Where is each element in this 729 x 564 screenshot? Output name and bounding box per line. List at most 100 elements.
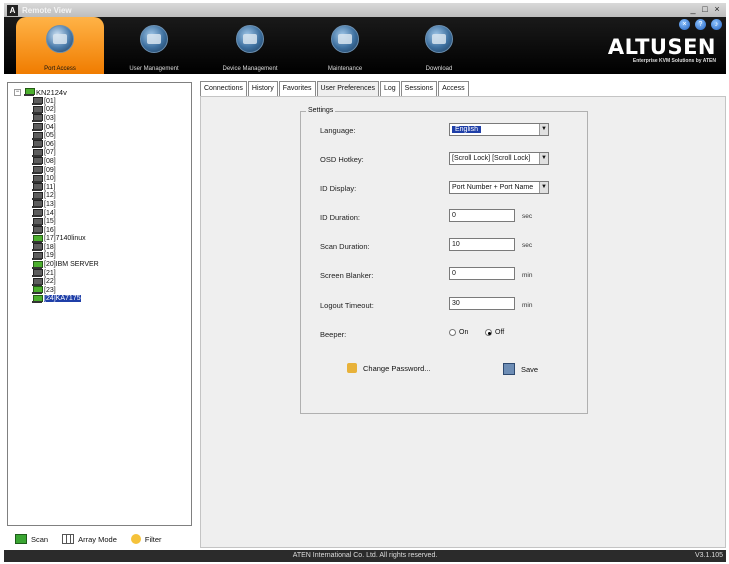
computer-offline-icon [32,243,43,252]
logout-timeout-input[interactable]: 30 [449,297,515,310]
id-duration-input[interactable]: 0 [449,209,515,222]
id-display-value: Port Number + Port Name [452,184,534,191]
tree-port-item[interactable]: [19] [32,251,191,261]
scan-duration-input[interactable]: 10 [449,238,515,251]
tree-port-item[interactable]: [24]KA7175 [32,294,191,304]
tree-port-item[interactable]: [16] [32,226,191,235]
tree-port-label: [05] [44,132,56,140]
tab-log[interactable]: Log [379,81,400,96]
restore-icon[interactable]: □ [700,4,710,15]
array-mode-button[interactable]: Array Mode [62,534,117,544]
nav-tab-device-management[interactable]: Device Management [206,17,294,74]
tree-port-item[interactable]: [08] [32,157,191,166]
id-display-select[interactable]: Port Number + Port Name ▼ [449,181,549,194]
tree-port-label: [20]IBM SERVER [44,261,99,269]
tab-strip: Connections History Favorites User Prefe… [200,81,470,96]
tree-port-label: [08] [44,157,56,165]
minimize-icon[interactable]: _ [688,4,698,15]
tree-port-item[interactable]: [10] [32,174,191,183]
version-text: V3.1.105 [694,552,723,559]
switch-icon [24,88,35,96]
maintenance-icon [331,25,359,53]
radio-on-dot[interactable] [449,329,456,336]
tree-port-label: [11] [44,183,56,191]
chevron-down-icon[interactable]: ▼ [539,153,548,164]
tree-root[interactable]: − KN2124v [14,87,191,97]
tree-port-item[interactable]: [21] [32,269,191,278]
chevron-down-icon[interactable]: ▼ [539,182,548,193]
key-icon [347,363,357,373]
tree-port-item[interactable]: [04] [32,123,191,132]
computer-online-icon [32,294,43,303]
tree-port-item[interactable]: [01] [32,97,191,106]
language-value: English [452,126,481,133]
tree-port-item[interactable]: [20]IBM SERVER [32,260,191,269]
tree-port-item[interactable]: [06] [32,140,191,149]
id-duration-unit: sec [522,213,533,220]
tree-port-item[interactable]: [22] [32,277,191,286]
close-circle-icon[interactable]: × [679,19,690,30]
tree-port-item[interactable]: [05] [32,131,191,140]
tree-port-item[interactable]: [02] [32,105,191,115]
nav-tab-user-management[interactable]: User Management [110,17,198,74]
computer-offline-icon [32,105,43,114]
close-icon[interactable]: × [712,4,722,15]
computer-offline-icon [32,251,43,260]
filter-button[interactable]: Filter [130,534,162,544]
screen-blanker-input[interactable]: 0 [449,267,515,280]
tab-sessions[interactable]: Sessions [400,81,438,96]
language-label: Language: [320,126,356,135]
nav-tab-maintenance[interactable]: Maintenance [301,17,389,74]
beeper-off-radio[interactable]: Off [485,329,504,336]
scan-duration-label: Scan Duration: [320,242,370,251]
id-display-label: ID Display: [320,184,357,193]
scan-label: Scan [31,534,49,544]
computer-offline-icon [32,166,43,175]
tree-port-label: [16] [44,226,56,234]
osd-hotkey-select[interactable]: [Scroll Lock] [Scroll Lock] ▼ [449,152,549,165]
computer-online-icon [32,286,43,295]
tree-port-label: [13] [44,200,56,208]
tree-port-item[interactable]: [17]7140linux [32,234,191,244]
beeper-on-radio[interactable]: On [449,329,468,336]
info-icon[interactable]: ? [695,19,706,30]
tree-port-item[interactable]: [03] [32,114,191,123]
computer-offline-icon [32,217,43,226]
status-bar: ATEN International Co. Ltd. All rights r… [4,550,726,562]
device-management-icon [236,25,264,53]
tree-root-label: KN2124v [36,87,67,97]
tab-user-preferences[interactable]: User Preferences [316,81,379,96]
tree-port-item[interactable]: [14] [32,209,191,218]
language-select[interactable]: English ▼ [449,123,549,136]
nav-tab-label: User Management [129,66,179,72]
tree-port-label: [06] [44,140,56,148]
tree-port-item[interactable]: [09] [32,166,191,175]
chevron-down-icon[interactable]: ▼ [539,124,548,135]
tree-port-item[interactable]: [13] [32,200,191,209]
radio-off-dot[interactable] [485,329,492,336]
window-title: Remote View [22,5,72,15]
change-password-button[interactable]: Change Password... [347,363,431,373]
change-password-label: Change Password... [363,363,431,373]
sound-icon[interactable]: ♪ [711,19,722,30]
save-icon [503,363,515,375]
tab-access[interactable]: Access [438,81,469,96]
tab-favorites[interactable]: Favorites [278,81,316,96]
save-button[interactable]: Save [503,363,538,375]
tree-port-item[interactable]: [15] [32,217,191,226]
tab-connections[interactable]: Connections [200,81,247,96]
tree-port-item[interactable]: [07] [32,148,191,158]
tree-port-label: [02] [44,106,56,114]
tree-port-label: [07] [44,149,56,157]
collapse-icon[interactable]: − [14,88,21,96]
nav-tab-download[interactable]: Download [395,17,483,74]
tree-port-item[interactable]: [11] [32,183,191,192]
tree-port-item[interactable]: [18] [32,243,191,252]
scan-button[interactable]: Scan [15,534,48,544]
osd-hotkey-label: OSD Hotkey: [320,155,364,164]
tab-history[interactable]: History [247,81,278,96]
tree-port-item[interactable]: [23] [32,286,191,295]
computer-offline-icon [32,114,43,123]
nav-tab-port-access[interactable]: Port Access [16,17,104,74]
tree-port-item[interactable]: [12] [32,191,191,201]
